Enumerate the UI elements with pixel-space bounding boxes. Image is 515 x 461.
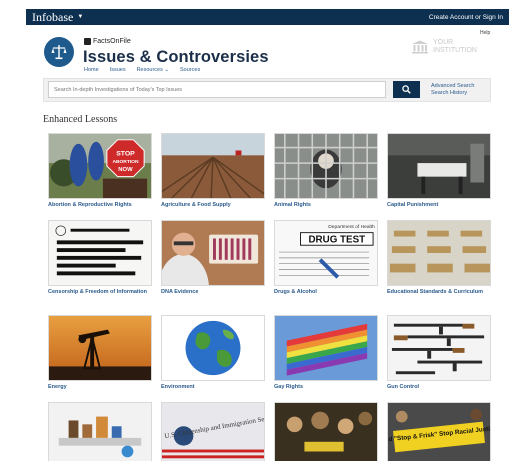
page-title[interactable]: Issues & Controversies bbox=[83, 48, 269, 67]
svg-text:ABORTION: ABORTION bbox=[112, 159, 139, 165]
nav-resources[interactable]: Resources ⌄ bbox=[137, 67, 169, 73]
scales-logo-icon[interactable] bbox=[44, 37, 74, 67]
lesson-tile-stop-frisk[interactable]: End "Stop & Frisk" Stop Racial Justice bbox=[387, 402, 491, 461]
institution-line-1: YOUR bbox=[433, 39, 454, 46]
tile-label[interactable]: Gun Control bbox=[387, 384, 491, 391]
crowd-image[interactable] bbox=[274, 402, 378, 461]
lesson-tile-environment[interactable]: Environment bbox=[161, 315, 265, 391]
tile-label[interactable]: Censorship & Freedom of Information bbox=[48, 289, 152, 296]
tile-label[interactable]: DNA Evidence bbox=[161, 289, 265, 296]
publisher-name: FactsOnFile bbox=[93, 38, 131, 45]
lesson-tile-capital-punishment[interactable]: Capital Punishment bbox=[387, 133, 491, 209]
tile-label[interactable]: Gay Rights bbox=[274, 384, 378, 391]
top-bar: Infobase ▼ Create Account or Sign In bbox=[26, 9, 509, 25]
department-of-health-text: Department of Health bbox=[328, 224, 375, 230]
lesson-tile-immigration[interactable]: U.S. Citizenship and Immigration Service… bbox=[161, 402, 265, 461]
lesson-tile-crowd[interactable] bbox=[274, 402, 378, 461]
animal-rights-image[interactable] bbox=[274, 133, 378, 199]
lesson-tile-gun-control[interactable]: Gun Control bbox=[387, 315, 491, 391]
environment-image[interactable] bbox=[161, 315, 265, 381]
brand-label: Infobase bbox=[32, 9, 74, 24]
medicine-image[interactable] bbox=[48, 402, 152, 461]
nav-home[interactable]: Home bbox=[84, 67, 99, 73]
building-icon bbox=[412, 40, 428, 54]
section-title: Enhanced Lessons bbox=[43, 114, 118, 125]
education-image[interactable] bbox=[387, 220, 491, 286]
lesson-tile-agriculture[interactable]: Agriculture & Food Supply bbox=[161, 133, 265, 209]
tile-label[interactable]: Animal Rights bbox=[274, 202, 378, 209]
tile-label[interactable]: Agriculture & Food Supply bbox=[161, 202, 265, 209]
advanced-search-link[interactable]: Advanced Search bbox=[431, 83, 474, 90]
facts-logo-icon bbox=[84, 38, 91, 45]
lesson-tile-education[interactable]: Educational Standards & Curriculum bbox=[387, 220, 491, 296]
lesson-tile-censorship[interactable]: Censorship & Freedom of Information bbox=[48, 220, 152, 296]
drug-test-text: DRUG TEST bbox=[308, 234, 365, 245]
institution-logo: YOUR INSTITUTION bbox=[411, 39, 477, 55]
drugs-image[interactable]: Department of Health DRUG TEST bbox=[274, 220, 378, 286]
lesson-tile-animal-rights[interactable]: Animal Rights bbox=[274, 133, 378, 209]
gun-control-image[interactable] bbox=[387, 315, 491, 381]
lesson-tile-health[interactable] bbox=[48, 402, 152, 461]
svg-text:NOW: NOW bbox=[118, 167, 133, 173]
search-links: Advanced Search Search History bbox=[431, 83, 474, 97]
dna-image[interactable] bbox=[161, 220, 265, 286]
tile-label[interactable]: Drugs & Alcohol bbox=[274, 289, 378, 296]
tile-label[interactable]: Capital Punishment bbox=[387, 202, 491, 209]
nav-issues[interactable]: Issues bbox=[110, 67, 126, 73]
lesson-tile-energy[interactable]: Energy bbox=[48, 315, 152, 391]
search-icon bbox=[402, 85, 411, 94]
caret-down-icon: ▼ bbox=[77, 14, 84, 20]
institution-line-2: INSTITUTION bbox=[433, 47, 477, 54]
main-nav: Home Issues Resources ⌄ Sources bbox=[84, 67, 200, 73]
lesson-tile-dna[interactable]: DNA Evidence bbox=[161, 220, 265, 296]
help-link[interactable]: Help bbox=[480, 30, 490, 36]
tile-label[interactable]: Educational Standards & Curriculum bbox=[387, 289, 491, 296]
publisher-logo: FactsOnFile bbox=[84, 38, 131, 45]
nav-sources[interactable]: Sources bbox=[180, 67, 200, 73]
tile-label[interactable]: Abortion & Reproductive Rights bbox=[48, 202, 152, 209]
lesson-tile-drugs[interactable]: Department of Health DRUG TEST Drugs & A… bbox=[274, 220, 378, 296]
account-link[interactable]: Create Account or Sign In bbox=[429, 14, 503, 21]
agriculture-image[interactable] bbox=[161, 133, 265, 199]
gay-rights-image[interactable] bbox=[274, 315, 378, 381]
infobase-brand-menu[interactable]: Infobase ▼ bbox=[32, 10, 83, 25]
search-button[interactable] bbox=[393, 81, 420, 98]
svg-text:STOP: STOP bbox=[116, 150, 135, 157]
lesson-tile-abortion[interactable]: STOP ABORTION NOW Abortion & Reproductiv… bbox=[48, 133, 152, 209]
immigration-image[interactable]: U.S. Citizenship and Immigration Service… bbox=[161, 402, 265, 461]
search-history-link[interactable]: Search History bbox=[431, 90, 474, 97]
tile-label[interactable]: Energy bbox=[48, 384, 152, 391]
stop-frisk-image[interactable]: End "Stop & Frisk" Stop Racial Justice bbox=[387, 402, 491, 461]
energy-image[interactable] bbox=[48, 315, 152, 381]
censorship-image[interactable] bbox=[48, 220, 152, 286]
tile-label[interactable]: Environment bbox=[161, 384, 265, 391]
lesson-tile-gay-rights[interactable]: Gay Rights bbox=[274, 315, 378, 391]
abortion-image[interactable]: STOP ABORTION NOW bbox=[48, 133, 152, 199]
capital-punishment-image[interactable] bbox=[387, 133, 491, 199]
search-input[interactable] bbox=[48, 81, 386, 98]
